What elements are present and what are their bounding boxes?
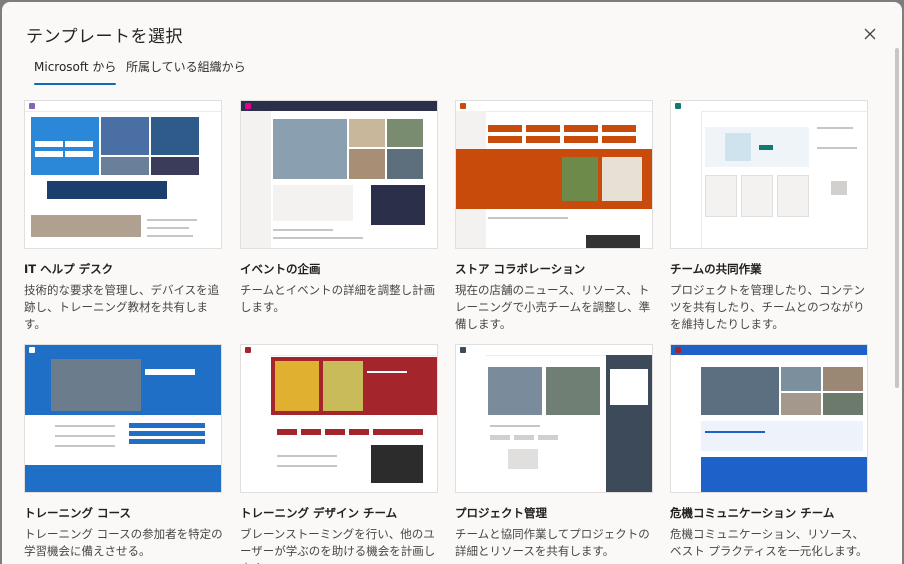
template-preview xyxy=(240,344,438,493)
template-card-crisis-communication[interactable]: 危機コミュニケーション チーム 危機コミュニケーション、リソース、ベスト プラク… xyxy=(670,344,868,560)
template-preview xyxy=(24,100,222,249)
template-preview xyxy=(670,344,868,493)
tab-label: 所属している組織から xyxy=(126,60,246,74)
tab-organization[interactable]: 所属している組織から xyxy=(126,58,246,75)
template-description: チームと協同作業してプロジェクトの詳細とリソースを共有します。 xyxy=(455,527,650,558)
template-preview xyxy=(455,100,653,249)
template-description: 現在の店舗のニュース、リソース、トレーニングで小売チームを調整し、準備します。 xyxy=(455,283,651,331)
template-description: プロジェクトを管理したり、コンテンツを共有したり、チームとのつながりを維持したり… xyxy=(670,283,866,331)
template-card-training-course[interactable]: トレーニング コース トレーニング コースの参加者を特定の学習機会に備えさせる。 xyxy=(24,344,223,560)
template-title: 危機コミュニケーション チーム xyxy=(670,506,835,520)
template-title: チームの共同作業 xyxy=(670,262,762,276)
template-card-event-planning[interactable]: イベントの企画 チームとイベントの詳細を調整し計画します。 xyxy=(240,100,438,316)
active-tab-indicator xyxy=(34,83,117,85)
template-title: トレーニング コース xyxy=(24,506,131,520)
template-description: ブレーンストーミングを行い、他のユーザーが学ぶのを助ける機会を計画します。 xyxy=(240,527,436,564)
dialog-title: テンプレートを選択 xyxy=(26,27,183,47)
template-description: 技術的な要求を管理し、デバイスを追跡し、トレーニング教材を共有します。 xyxy=(24,283,220,331)
template-title: ストア コラボレーション xyxy=(455,262,586,276)
template-description: トレーニング コースの参加者を特定の学習機会に備えさせる。 xyxy=(24,527,223,558)
tab-microsoft[interactable]: Microsoft から xyxy=(34,58,117,85)
template-description: チームとイベントの詳細を調整し計画します。 xyxy=(240,283,436,314)
template-title: プロジェクト管理 xyxy=(455,506,547,520)
template-preview xyxy=(670,100,868,249)
tab-label: Microsoft から xyxy=(34,60,117,74)
template-dialog: テンプレートを選択 Microsoft から 所属している組織から IT ヘルプ… xyxy=(2,2,902,564)
template-title: IT ヘルプ デスク xyxy=(24,262,114,276)
close-icon[interactable] xyxy=(860,24,880,44)
template-preview xyxy=(240,100,438,249)
template-preview xyxy=(24,344,222,493)
template-description: 危機コミュニケーション、リソース、ベスト プラクティスを一元化します。 xyxy=(670,527,868,558)
scrollbar[interactable] xyxy=(895,48,899,388)
template-card-store-collaboration[interactable]: ストア コラボレーション 現在の店舗のニュース、リソース、トレーニングで小売チー… xyxy=(455,100,653,333)
template-card-training-design-team[interactable]: トレーニング デザイン チーム ブレーンストーミングを行い、他のユーザーが学ぶの… xyxy=(240,344,438,564)
template-card-team-collaboration[interactable]: チームの共同作業 プロジェクトを管理したり、コンテンツを共有したり、チームとのつ… xyxy=(670,100,868,333)
template-preview xyxy=(455,344,653,493)
template-title: イベントの企画 xyxy=(240,262,321,276)
template-card-project-management[interactable]: プロジェクト管理 チームと協同作業してプロジェクトの詳細とリソースを共有します。 xyxy=(455,344,653,560)
template-title: トレーニング デザイン チーム xyxy=(240,506,398,520)
template-card-it-helpdesk[interactable]: IT ヘルプ デスク 技術的な要求を管理し、デバイスを追跡し、トレーニング教材を… xyxy=(24,100,222,333)
